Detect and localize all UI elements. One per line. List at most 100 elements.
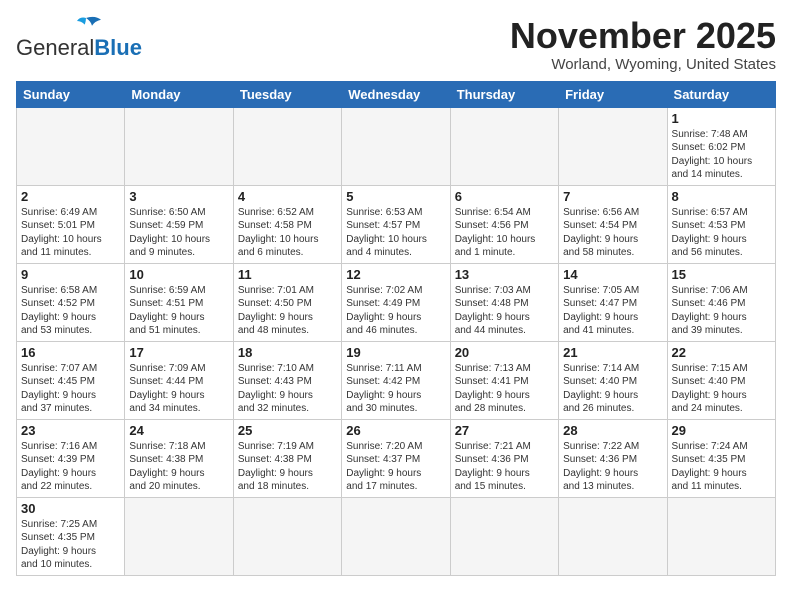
day-number: 1 — [672, 111, 771, 126]
day-info: Sunrise: 6:49 AM Sunset: 5:01 PM Dayligh… — [21, 206, 120, 260]
calendar-cell: 19 Sunrise: 7:11 AM Sunset: 4:42 PM Dayli… — [342, 341, 450, 419]
month-title: November 2025 — [510, 16, 776, 56]
day-header-wednesday: Wednesday — [342, 81, 450, 107]
calendar-cell: 20 Sunrise: 7:13 AM Sunset: 4:41 PM Dayli… — [450, 341, 558, 419]
day-header-sunday: Sunday — [17, 81, 125, 107]
day-number: 2 — [21, 189, 120, 204]
day-number: 28 — [563, 423, 662, 438]
day-info: Sunrise: 7:10 AM Sunset: 4:43 PM Dayligh… — [238, 362, 337, 416]
day-number: 6 — [455, 189, 554, 204]
calendar-cell: 7 Sunrise: 6:56 AM Sunset: 4:54 PM Daylig… — [559, 185, 667, 263]
day-number: 27 — [455, 423, 554, 438]
day-info: Sunrise: 7:15 AM Sunset: 4:40 PM Dayligh… — [672, 362, 771, 416]
day-number: 3 — [129, 189, 228, 204]
day-number: 22 — [672, 345, 771, 360]
day-info: Sunrise: 7:05 AM Sunset: 4:47 PM Dayligh… — [563, 284, 662, 338]
day-info: Sunrise: 7:02 AM Sunset: 4:49 PM Dayligh… — [346, 284, 445, 338]
calendar-cell: 12 Sunrise: 7:02 AM Sunset: 4:49 PM Dayli… — [342, 263, 450, 341]
day-number: 16 — [21, 345, 120, 360]
day-info: Sunrise: 6:50 AM Sunset: 4:59 PM Dayligh… — [129, 206, 228, 260]
calendar-cell: 28 Sunrise: 7:22 AM Sunset: 4:36 PM Dayli… — [559, 419, 667, 497]
day-number: 21 — [563, 345, 662, 360]
day-number: 10 — [129, 267, 228, 282]
calendar-week-row: 1Sunrise: 7:48 AM Sunset: 6:02 PM Daylig… — [17, 107, 776, 185]
day-info: Sunrise: 6:57 AM Sunset: 4:53 PM Dayligh… — [672, 206, 771, 260]
calendar-cell: 29 Sunrise: 7:24 AM Sunset: 4:35 PM Dayli… — [667, 419, 775, 497]
calendar-header-row: SundayMondayTuesdayWednesdayThursdayFrid… — [17, 81, 776, 107]
day-number: 12 — [346, 267, 445, 282]
day-number: 29 — [672, 423, 771, 438]
calendar-cell — [559, 497, 667, 575]
calendar-cell — [450, 497, 558, 575]
day-number: 9 — [21, 267, 120, 282]
day-header-tuesday: Tuesday — [233, 81, 341, 107]
day-info: Sunrise: 7:09 AM Sunset: 4:44 PM Dayligh… — [129, 362, 228, 416]
day-info: Sunrise: 7:03 AM Sunset: 4:48 PM Dayligh… — [455, 284, 554, 338]
day-number: 30 — [21, 501, 120, 516]
calendar-cell: 27 Sunrise: 7:21 AM Sunset: 4:36 PM Dayli… — [450, 419, 558, 497]
day-info: Sunrise: 7:14 AM Sunset: 4:40 PM Dayligh… — [563, 362, 662, 416]
day-info: Sunrise: 7:25 AM Sunset: 4:35 PM Dayligh… — [21, 518, 120, 572]
day-number: 18 — [238, 345, 337, 360]
calendar-cell: 30 Sunrise: 7:25 AM Sunset: 4:35 PM Dayli… — [17, 497, 125, 575]
calendar-cell: 9 Sunrise: 6:58 AM Sunset: 4:52 PM Daylig… — [17, 263, 125, 341]
calendar-cell: 17 Sunrise: 7:09 AM Sunset: 4:44 PM Dayli… — [125, 341, 233, 419]
day-number: 5 — [346, 189, 445, 204]
day-info: Sunrise: 6:58 AM Sunset: 4:52 PM Dayligh… — [21, 284, 120, 338]
calendar-cell: 13Sunrise: 7:03 AM Sunset: 4:48 PM Dayli… — [450, 263, 558, 341]
day-info: Sunrise: 7:24 AM Sunset: 4:35 PM Dayligh… — [672, 440, 771, 494]
day-number: 19 — [346, 345, 445, 360]
calendar-cell: 22 Sunrise: 7:15 AM Sunset: 4:40 PM Dayli… — [667, 341, 775, 419]
calendar-cell: 16 Sunrise: 7:07 AM Sunset: 4:45 PM Dayli… — [17, 341, 125, 419]
day-number: 25 — [238, 423, 337, 438]
day-info: Sunrise: 7:22 AM Sunset: 4:36 PM Dayligh… — [563, 440, 662, 494]
day-info: Sunrise: 7:19 AM Sunset: 4:38 PM Dayligh… — [238, 440, 337, 494]
day-info: Sunrise: 7:13 AM Sunset: 4:41 PM Dayligh… — [455, 362, 554, 416]
day-info: Sunrise: 7:21 AM Sunset: 4:36 PM Dayligh… — [455, 440, 554, 494]
calendar-cell — [559, 107, 667, 185]
calendar-cell: 14 Sunrise: 7:05 AM Sunset: 4:47 PM Dayli… — [559, 263, 667, 341]
day-header-saturday: Saturday — [667, 81, 775, 107]
calendar-week-row: 2 Sunrise: 6:49 AM Sunset: 5:01 PM Daylig… — [17, 185, 776, 263]
day-info: Sunrise: 6:52 AM Sunset: 4:58 PM Dayligh… — [238, 206, 337, 260]
calendar-cell: 11Sunrise: 7:01 AM Sunset: 4:50 PM Dayli… — [233, 263, 341, 341]
calendar-week-row: 9 Sunrise: 6:58 AM Sunset: 4:52 PM Daylig… — [17, 263, 776, 341]
calendar-cell: 24Sunrise: 7:18 AM Sunset: 4:38 PM Dayli… — [125, 419, 233, 497]
day-number: 24 — [129, 423, 228, 438]
calendar-cell: 15Sunrise: 7:06 AM Sunset: 4:46 PM Dayli… — [667, 263, 775, 341]
calendar-cell — [342, 497, 450, 575]
location-title: Worland, Wyoming, United States — [510, 56, 776, 73]
day-number: 17 — [129, 345, 228, 360]
day-info: Sunrise: 7:01 AM Sunset: 4:50 PM Dayligh… — [238, 284, 337, 338]
day-number: 8 — [672, 189, 771, 204]
calendar-cell: 10Sunrise: 6:59 AM Sunset: 4:51 PM Dayli… — [125, 263, 233, 341]
day-number: 14 — [563, 267, 662, 282]
logo-area: GeneralBlue — [16, 16, 142, 60]
calendar-cell: 21 Sunrise: 7:14 AM Sunset: 4:40 PM Dayli… — [559, 341, 667, 419]
calendar-cell — [125, 107, 233, 185]
title-area: November 2025 Worland, Wyoming, United S… — [510, 16, 776, 73]
day-header-friday: Friday — [559, 81, 667, 107]
day-info: Sunrise: 6:56 AM Sunset: 4:54 PM Dayligh… — [563, 206, 662, 260]
calendar-week-row: 23 Sunrise: 7:16 AM Sunset: 4:39 PM Dayli… — [17, 419, 776, 497]
calendar-cell: 1Sunrise: 7:48 AM Sunset: 6:02 PM Daylig… — [667, 107, 775, 185]
day-info: Sunrise: 6:53 AM Sunset: 4:57 PM Dayligh… — [346, 206, 445, 260]
calendar-cell — [233, 497, 341, 575]
day-info: Sunrise: 7:16 AM Sunset: 4:39 PM Dayligh… — [21, 440, 120, 494]
day-number: 20 — [455, 345, 554, 360]
day-info: Sunrise: 7:07 AM Sunset: 4:45 PM Dayligh… — [21, 362, 120, 416]
calendar-cell — [17, 107, 125, 185]
calendar-cell: 8 Sunrise: 6:57 AM Sunset: 4:53 PM Daylig… — [667, 185, 775, 263]
day-header-thursday: Thursday — [450, 81, 558, 107]
calendar: SundayMondayTuesdayWednesdayThursdayFrid… — [16, 81, 776, 576]
day-info: Sunrise: 7:20 AM Sunset: 4:37 PM Dayligh… — [346, 440, 445, 494]
logo-bird-icon — [68, 12, 104, 36]
day-number: 23 — [21, 423, 120, 438]
day-info: Sunrise: 7:11 AM Sunset: 4:42 PM Dayligh… — [346, 362, 445, 416]
day-header-monday: Monday — [125, 81, 233, 107]
day-number: 7 — [563, 189, 662, 204]
calendar-cell: 18 Sunrise: 7:10 AM Sunset: 4:43 PM Dayli… — [233, 341, 341, 419]
calendar-cell: 23 Sunrise: 7:16 AM Sunset: 4:39 PM Dayli… — [17, 419, 125, 497]
calendar-cell: 26Sunrise: 7:20 AM Sunset: 4:37 PM Dayli… — [342, 419, 450, 497]
calendar-cell: 4Sunrise: 6:52 AM Sunset: 4:58 PM Daylig… — [233, 185, 341, 263]
